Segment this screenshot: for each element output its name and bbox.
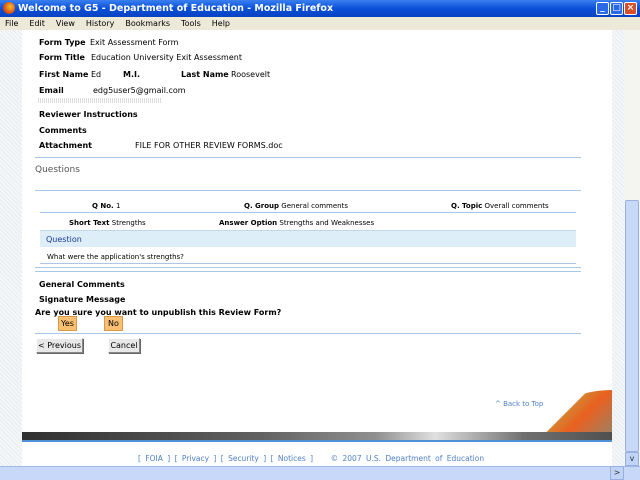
minimize-button[interactable]: _ [596, 2, 609, 15]
menu-view[interactable]: View [56, 19, 75, 28]
comments-label: Comments [39, 126, 87, 135]
menu-bookmarks[interactable]: Bookmarks [125, 19, 170, 28]
form-title-value: Education University Exit Assessment [91, 53, 242, 62]
divider [35, 157, 581, 158]
copyright: © 2007 U.S. Department of Education [330, 454, 485, 463]
qno: Q No. 1 [92, 202, 121, 210]
reviewer-instructions-label: Reviewer Instructions [39, 110, 138, 119]
firefox-icon [3, 2, 15, 14]
menu-history[interactable]: History [86, 19, 114, 28]
divider [35, 271, 581, 272]
first-name-label: First Name [39, 70, 89, 79]
email-value: edg5user5@gmail.com [93, 86, 186, 95]
classroom-chairs-image [544, 390, 612, 432]
question-label: Question [46, 235, 82, 244]
yes-button[interactable]: Yes [58, 316, 77, 331]
footer-links: [ FOIA ] [ Privacy ] [ Security ] [ Noti… [138, 454, 485, 463]
security-link[interactable]: Security [228, 454, 259, 463]
window-title: Welcome to G5 - Department of Education … [18, 3, 334, 14]
menu-bar: File Edit View History Bookmarks Tools Help [0, 17, 640, 30]
page-viewport: Form Type Exit Assessment Form Form Titl… [0, 30, 624, 466]
window-title-bar: Welcome to G5 - Department of Education … [0, 0, 640, 17]
menu-help[interactable]: Help [212, 19, 230, 28]
last-name-value: Roosevelt [231, 70, 271, 79]
attachment-label: Attachment [39, 141, 92, 150]
divider [40, 263, 576, 264]
privacy-link[interactable]: Privacy [182, 454, 209, 463]
foia-link[interactable]: FOIA [145, 454, 163, 463]
menu-edit[interactable]: Edit [29, 19, 45, 28]
q-group: Q. Group General comments [244, 202, 349, 210]
back-to-top-link[interactable]: ^ Back to Top [495, 400, 543, 408]
no-button[interactable]: No [104, 316, 123, 331]
close-button[interactable]: × [624, 2, 637, 15]
form-type-value: Exit Assessment Form [90, 38, 179, 47]
scroll-down-arrow-icon[interactable]: v [625, 452, 639, 466]
vertical-scroll-thumb[interactable] [625, 200, 639, 452]
divider-dotted [38, 98, 162, 103]
signature-message-label: Signature Message [39, 295, 126, 304]
footer-banner [22, 432, 612, 440]
menu-file[interactable]: File [5, 19, 18, 28]
cancel-button[interactable]: Cancel [108, 338, 140, 353]
divider [35, 333, 581, 334]
last-name-label: Last Name [181, 70, 229, 79]
maximize-button[interactable]: □ [610, 2, 623, 15]
questions-heading: Questions [35, 165, 80, 175]
attachment-link[interactable]: FILE FOR OTHER REVIEW FORMS.doc [135, 141, 283, 150]
previous-button[interactable]: < Previous [36, 338, 83, 353]
short-text: Short Text Strengths [69, 219, 146, 227]
answer-option: Answer Option Strengths and Weaknesses [219, 219, 375, 227]
form-title-label: Form Title [39, 53, 85, 62]
general-comments-label: General Comments [39, 280, 125, 289]
page-content: Form Type Exit Assessment Form Form Titl… [22, 30, 612, 466]
question-text: What were the application's strengths? [47, 253, 184, 261]
q-topic: Q. Topic Overall comments [451, 202, 549, 210]
email-label: Email [39, 86, 64, 95]
divider [40, 212, 576, 213]
divider [35, 267, 581, 268]
scroll-right-arrow-icon[interactable]: > [610, 466, 624, 480]
menu-tools[interactable]: Tools [181, 19, 201, 28]
notices-link[interactable]: Notices [278, 454, 306, 463]
first-name-value: Ed [91, 70, 102, 79]
mi-label: M.I. [123, 70, 141, 79]
question-band: Question [40, 230, 576, 247]
footer-rule [22, 440, 612, 442]
divider [35, 190, 581, 191]
form-type-label: Form Type [39, 38, 86, 47]
horizontal-scrollbar[interactable] [0, 466, 640, 480]
